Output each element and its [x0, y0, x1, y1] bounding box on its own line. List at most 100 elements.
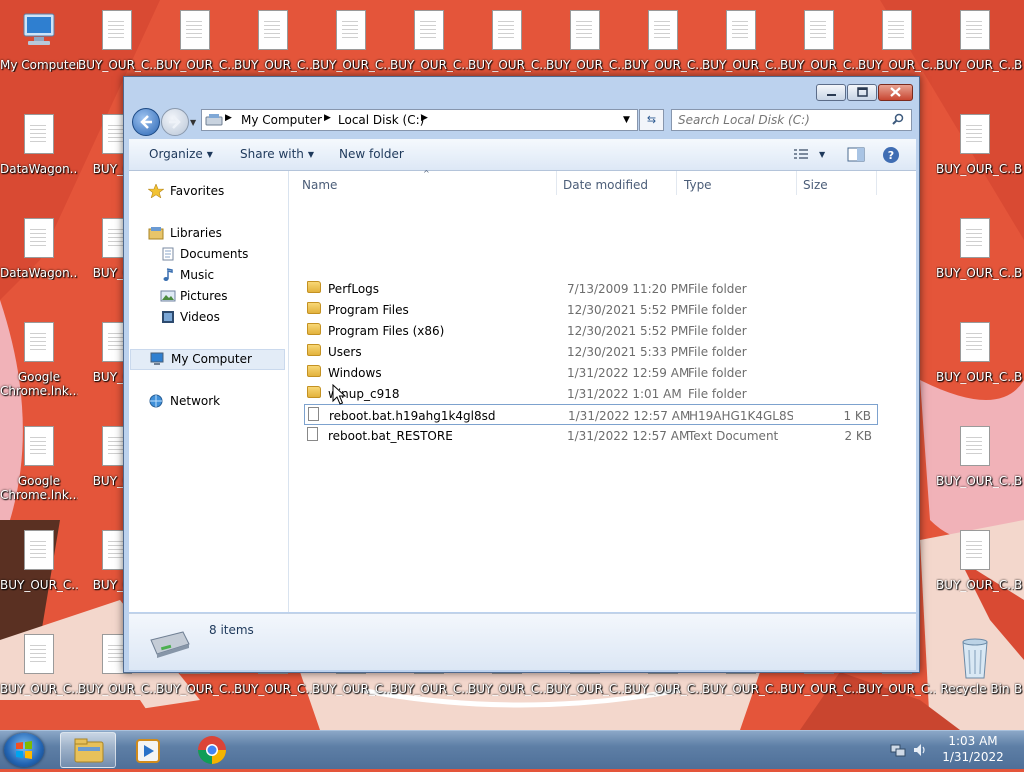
clock-time[interactable]: 1:03 AM [930, 734, 1016, 748]
nav-item-videos[interactable]: Videos [129, 307, 288, 328]
file-row-users[interactable]: Users 12/30/2021 5:33 PM File folder [304, 341, 878, 362]
nav-item-libraries[interactable]: Libraries [129, 223, 288, 244]
column-header-date-modified[interactable]: Date modified [563, 178, 648, 192]
breadcrumb-local-disk[interactable]: Local Disk (C:) [338, 113, 424, 127]
back-button[interactable] [132, 108, 160, 136]
address-dropdown-icon[interactable]: ▼ [623, 115, 630, 125]
share-with-label: Share with [240, 147, 304, 161]
desktop-icon-file[interactable]: BUY_OUR_C... [0, 624, 78, 724]
breadcrumb-my-computer[interactable]: My Computer [241, 113, 322, 127]
desktop-icon-file[interactable]: BUY_OUR_C... [936, 520, 1014, 620]
share-with-button[interactable]: Share with ▼ [240, 147, 314, 161]
file-row-winup-c918[interactable]: winup_c918 1/31/2022 1:01 AM File folder [304, 383, 878, 404]
maximize-button[interactable] [847, 84, 877, 101]
desktop-icon-file[interactable]: DataWagon... [0, 208, 78, 308]
desktop-icon-file[interactable]: BUY_OUR_C... [936, 0, 1014, 100]
desktop-icon-label: BUY_OUR_C... [780, 682, 858, 696]
desktop-icon-file[interactable]: B [1014, 312, 1024, 412]
breadcrumb-separator[interactable]: ▶ [324, 113, 331, 123]
file-name: reboot.bat_RESTORE [328, 429, 453, 443]
desktop-icon-file[interactable]: Google Chrome.lnk... [0, 312, 78, 412]
file-size: 1 KB [843, 409, 871, 423]
desktop-icon-file[interactable]: BUY_OUR_C... [936, 208, 1014, 308]
column-header-name[interactable]: Name [302, 178, 337, 192]
view-dropdown-icon[interactable]: ▼ [819, 150, 825, 159]
forward-button[interactable] [161, 108, 189, 136]
desktop-icon-file[interactable]: B [1014, 416, 1024, 516]
file-type: File folder [688, 345, 747, 359]
document-icon [726, 10, 756, 50]
desktop-icon-file[interactable]: BUY_OUR_C... [936, 104, 1014, 204]
file-row-program-files-x86[interactable]: Program Files (x86) 12/30/2021 5:52 PM F… [304, 320, 878, 341]
document-icon [492, 10, 522, 50]
search-icon[interactable] [892, 113, 904, 125]
document-icon [960, 322, 990, 362]
taskbar-chrome-button[interactable] [184, 732, 240, 768]
network-status-icon[interactable] [890, 742, 906, 758]
start-button[interactable] [4, 733, 44, 767]
file-row-reboot-encrypted[interactable]: reboot.bat.h19ahg1k4gl8sd 1/31/2022 12:5… [304, 404, 878, 425]
clock-date[interactable]: 1/31/2022 [930, 750, 1016, 764]
document-icon [648, 10, 678, 50]
nav-item-pictures[interactable]: Pictures [129, 286, 288, 307]
nav-item-network[interactable]: Network [129, 391, 288, 412]
desktop-icon-label: BUY_OUR_C... [780, 58, 858, 72]
desktop-icon-file[interactable]: B [1014, 208, 1024, 308]
file-row-program-files[interactable]: Program Files 12/30/2021 5:52 PM File fo… [304, 299, 878, 320]
desktop-icon-file[interactable]: B [1014, 624, 1024, 724]
close-button[interactable] [878, 84, 913, 101]
folder-icon [307, 302, 321, 314]
file-row-perflogs[interactable]: PerfLogs 7/13/2009 11:20 PM File folder [304, 278, 878, 299]
desktop-icon-file[interactable]: BUY_OUR_C... [936, 312, 1014, 412]
desktop-icon-file[interactable]: B [1014, 520, 1024, 620]
taskbar-explorer-button[interactable] [60, 732, 116, 768]
breadcrumb-separator[interactable]: ▶ [225, 113, 232, 123]
folder-icon [307, 281, 321, 293]
breadcrumb-separator[interactable]: ▶ [421, 113, 428, 123]
column-header-size[interactable]: Size [803, 178, 828, 192]
maximize-icon [857, 87, 868, 97]
desktop-icon-file[interactable]: DataWagon... [0, 104, 78, 204]
nav-item-music[interactable]: Music [129, 265, 288, 286]
nav-item-favorites[interactable]: Favorites [129, 181, 288, 202]
nav-item-my-computer[interactable]: My Computer [130, 349, 285, 370]
chevron-down-icon: ▼ [307, 150, 315, 159]
preview-pane-icon[interactable] [847, 147, 865, 162]
help-icon[interactable]: ? [882, 146, 900, 164]
column-header-type[interactable]: Type [684, 178, 712, 192]
new-folder-button[interactable]: New folder [339, 147, 404, 161]
desktop-icon-file[interactable]: BUY_OUR_C... [0, 520, 78, 620]
desktop-icon-label: My Computer [0, 58, 78, 72]
address-bar[interactable]: ▶ My Computer ▶ Local Disk (C:) ▶ ▼ [201, 109, 638, 131]
refresh-button[interactable]: ⇆ [639, 109, 664, 131]
organize-button[interactable]: Organize ▼ [149, 147, 213, 161]
document-icon [570, 10, 600, 50]
documents-icon [162, 247, 174, 261]
desktop-icon-label: BUY_OUR_C... [78, 58, 156, 72]
file-row-windows[interactable]: Windows 1/31/2022 12:59 AM File folder [304, 362, 878, 383]
nav-item-documents[interactable]: Documents [129, 244, 288, 265]
desktop-icon-recycle-bin[interactable]: Recycle Bin [936, 624, 1014, 724]
desktop-icon-file[interactable]: Google Chrome.lnk... [0, 416, 78, 516]
file-type: File folder [688, 387, 747, 401]
desktop-icon-label: BUY_OUR_C... [624, 682, 702, 696]
search-input[interactable] [671, 109, 912, 131]
file-date: 12/30/2021 5:33 PM [567, 345, 689, 359]
desktop-icon-my-computer[interactable]: My Computer [0, 0, 78, 100]
view-options-icon[interactable] [793, 148, 809, 161]
recent-pages-dropdown-icon[interactable]: ▼ [190, 118, 196, 127]
desktop-icon-file[interactable]: B [1014, 0, 1024, 100]
arrow-left-icon [140, 115, 152, 129]
desktop-icon-file[interactable]: BUY_OUR_C... [936, 416, 1014, 516]
file-name: reboot.bat.h19ahg1k4gl8sd [329, 409, 496, 423]
desktop-icon-file[interactable]: B [1014, 104, 1024, 204]
recycle-bin-icon [954, 634, 996, 680]
videos-icon [162, 311, 174, 323]
taskbar-media-player-button[interactable] [120, 732, 176, 768]
minimize-button[interactable] [816, 84, 846, 101]
volume-icon[interactable] [912, 742, 928, 758]
file-type: File folder [688, 366, 747, 380]
file-row-reboot-restore[interactable]: reboot.bat_RESTORE 1/31/2022 12:57 AM Te… [304, 425, 878, 446]
document-icon [960, 218, 990, 258]
document-icon [960, 114, 990, 154]
